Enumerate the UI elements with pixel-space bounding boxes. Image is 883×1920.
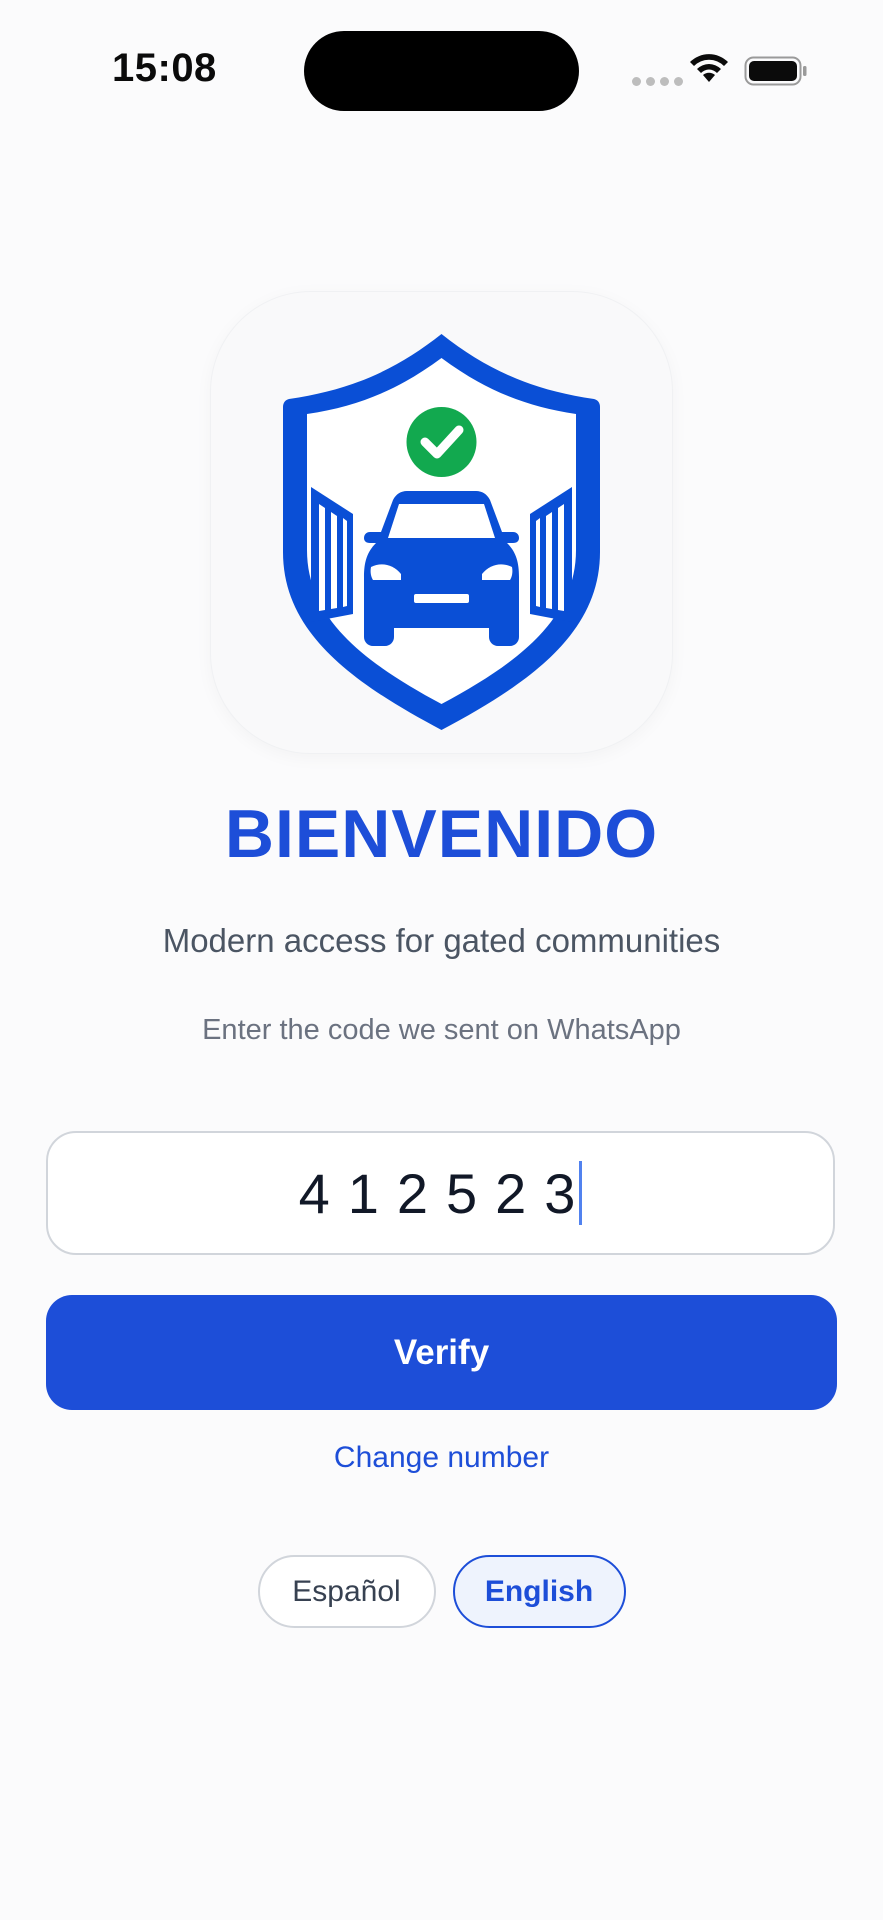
battery-icon (744, 56, 807, 86)
text-caret (579, 1161, 583, 1225)
verification-code-input[interactable]: 412523 (46, 1131, 835, 1255)
status-time: 15:08 (112, 46, 217, 90)
signal-dots-icon (632, 77, 683, 86)
welcome-title: BIENVENIDO (224, 796, 659, 872)
wifi-icon (690, 54, 728, 82)
shield-car-gate-icon (283, 334, 600, 730)
dynamic-island (304, 31, 579, 111)
code-instruction: Enter the code we sent on WhatsApp (202, 1014, 681, 1046)
app-logo (211, 292, 672, 753)
subtitle: Modern access for gated communities (162, 922, 721, 959)
status-bar: 15:08 (0, 0, 883, 140)
verification-code-value: 412523 (298, 1161, 594, 1225)
language-selector: Español English (0, 1555, 883, 1628)
language-option-english[interactable]: English (452, 1555, 626, 1628)
change-number-link[interactable]: Change number (0, 1441, 883, 1475)
language-option-spanish[interactable]: Español (257, 1555, 436, 1628)
verify-button[interactable]: Verify (46, 1295, 837, 1410)
